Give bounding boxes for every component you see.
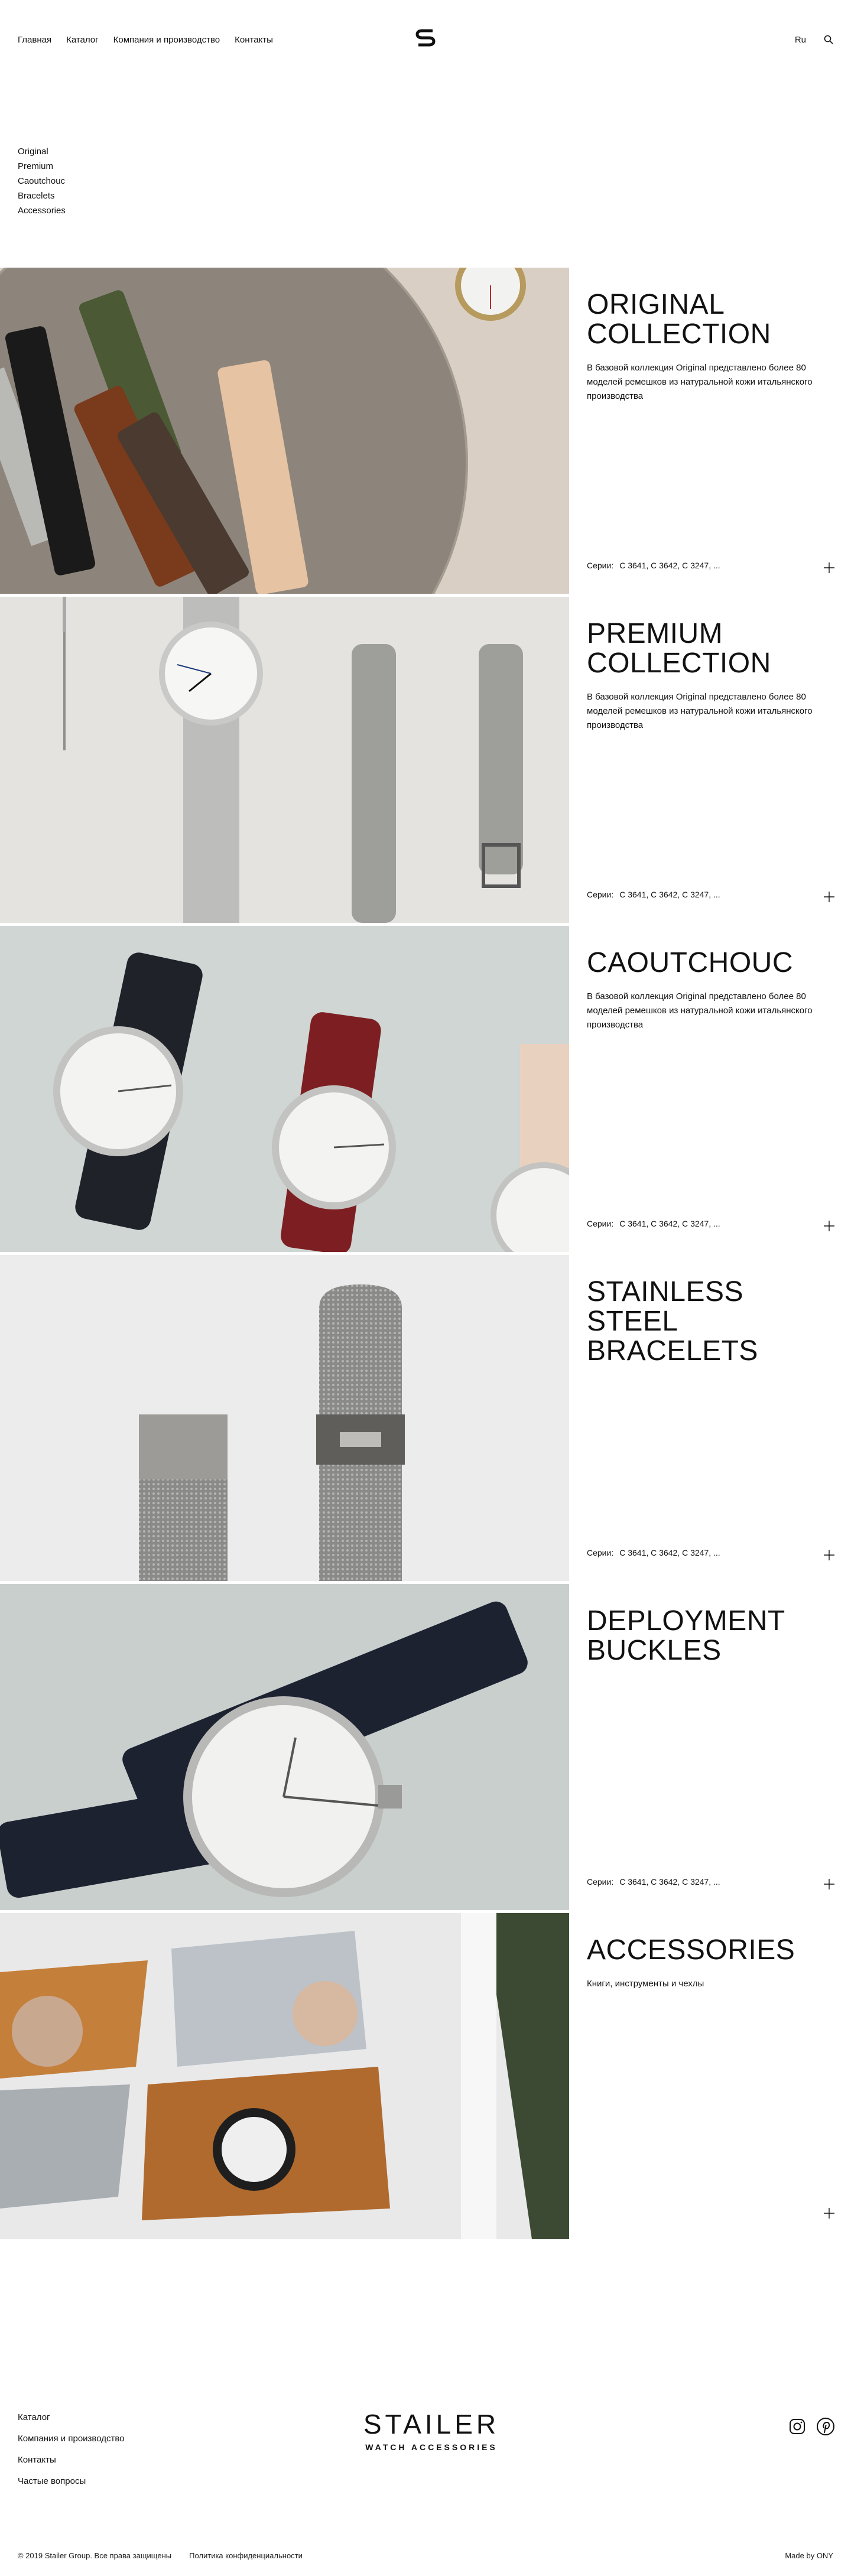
collection-image-original[interactable] [0,268,569,594]
copyright: © 2019 Stailer Group. Все права защищены [18,2551,172,2560]
collection-info: Stainless steel bracelets Серии: С 3641, … [587,1277,835,1581]
collection-series: Серии: С 3641, С 3642, С 3247, ... [587,890,720,899]
series-label: Серии: [587,1219,614,1228]
collection-info: Premium collection В базовой коллекция O… [587,619,835,923]
collection-info: Deployment buckles Серии: С 3641, С 3642,… [587,1606,835,1910]
collection-image-buckles[interactable] [0,1584,569,1910]
social-links [787,2416,836,2437]
privacy-policy-link[interactable]: Политика конфиденциальности [189,2551,303,2560]
instagram-icon[interactable] [787,2416,807,2437]
series-value: С 3641, С 3642, С 3247, ... [619,1548,720,1557]
collection-title[interactable]: Premium collection [587,619,835,678]
collection-image-caoutchouc[interactable] [0,926,569,1252]
collection-series: Серии: С 3641, С 3642, С 3247, ... [587,1219,720,1228]
collection-premium: Premium collection В базовой коллекция O… [0,597,851,923]
made-by-link[interactable]: Made by ONY [785,2551,833,2560]
collection-series: Серии: С 3641, С 3642, С 3247, ... [587,561,720,570]
main-nav: Главная Каталог Компания и производство … [18,35,273,45]
brand-tagline: WATCH ACCESSORIES [365,2442,498,2452]
nav-home[interactable]: Главная [18,35,51,45]
footer-nav: Каталог Компания и производство Контакты… [18,2412,125,2487]
language-switch[interactable]: Ru [795,35,806,45]
collection-bracelets: Stainless steel bracelets Серии: С 3641, … [0,1255,851,1581]
collection-info: Caoutchouc В базовой коллекция Original … [587,948,835,1252]
nav-catalog[interactable]: Каталог [66,35,99,45]
category-original[interactable]: Original [18,147,66,157]
series-value: С 3641, С 3642, С 3247, ... [619,1219,720,1228]
collection-description: В базовой коллекция Original представлен… [587,991,813,1030]
collection-buckles: Deployment buckles Серии: С 3641, С 3642,… [0,1584,851,1910]
category-caoutchouc[interactable]: Caoutchouc [18,176,66,186]
nav-contacts[interactable]: Контакты [235,35,273,45]
pinterest-icon[interactable] [816,2416,836,2437]
collections-list: Original collection В базовой коллекция … [0,268,851,2242]
footer-link-catalog[interactable]: Каталог [18,2412,125,2424]
series-label: Серии: [587,1548,614,1557]
header-right: Ru [795,35,833,45]
collection-title[interactable]: Original collection [587,290,835,349]
collection-caoutchouc: Caoutchouc В базовой коллекция Original … [0,926,851,1252]
collection-info: Accessories Книги, инструменты и чехлы [587,1936,835,2239]
category-accessories[interactable]: Accessories [18,206,66,216]
collection-description: В базовой коллекция Original представлен… [587,692,813,730]
series-label: Серии: [587,561,614,570]
footer-bottom-bar: © 2019 Stailer Group. Все права защищены… [18,2551,833,2560]
series-label: Серии: [587,1877,614,1887]
collection-series: Серии: С 3641, С 3642, С 3247, ... [587,1548,720,1557]
nav-company[interactable]: Компания и производство [113,35,220,45]
footer-link-contacts[interactable]: Контакты [18,2454,125,2466]
brand-name: STAILER [363,2409,500,2440]
search-icon[interactable] [824,35,833,44]
expand-plus-icon[interactable] [823,562,835,574]
collection-image-bracelets[interactable] [0,1255,569,1581]
collection-info: Original collection В базовой коллекция … [587,290,835,594]
footer-brand-logo[interactable]: STAILER WATCH ACCESSORIES [355,2411,508,2452]
series-value: С 3641, С 3642, С 3247, ... [619,561,720,570]
footer-link-company[interactable]: Компания и производство [18,2433,125,2445]
collection-accessories: Accessories Книги, инструменты и чехлы [0,1913,851,2239]
series-label: Серии: [587,890,614,899]
collection-title[interactable]: Deployment buckles [587,1606,835,1666]
expand-plus-icon[interactable] [823,1549,835,1561]
stailer-s-logo-icon[interactable] [414,26,437,50]
category-bracelets[interactable]: Bracelets [18,191,66,201]
collection-image-accessories[interactable] [0,1913,569,2239]
collection-title[interactable]: Stainless steel bracelets [587,1277,835,1366]
expand-plus-icon[interactable] [823,1220,835,1232]
collection-original: Original collection В базовой коллекция … [0,268,851,594]
series-value: С 3641, С 3642, С 3247, ... [619,1877,720,1887]
expand-plus-icon[interactable] [823,1878,835,1890]
footer-link-faq[interactable]: Частые вопросы [18,2476,125,2487]
category-premium[interactable]: Premium [18,161,66,171]
collection-title[interactable]: Caoutchouc [587,948,835,978]
collection-title[interactable]: Accessories [587,1936,835,1965]
collection-description: Книги, инструменты и чехлы [587,1979,704,1989]
collection-image-premium[interactable] [0,597,569,923]
collection-description: В базовой коллекция Original представлен… [587,363,813,401]
collection-series: Серии: С 3641, С 3642, С 3247, ... [587,1877,720,1887]
series-value: С 3641, С 3642, С 3247, ... [619,890,720,899]
expand-plus-icon[interactable] [823,891,835,903]
expand-plus-icon[interactable] [823,2207,835,2219]
category-list: Original Premium Caoutchouc Bracelets Ac… [18,147,66,216]
